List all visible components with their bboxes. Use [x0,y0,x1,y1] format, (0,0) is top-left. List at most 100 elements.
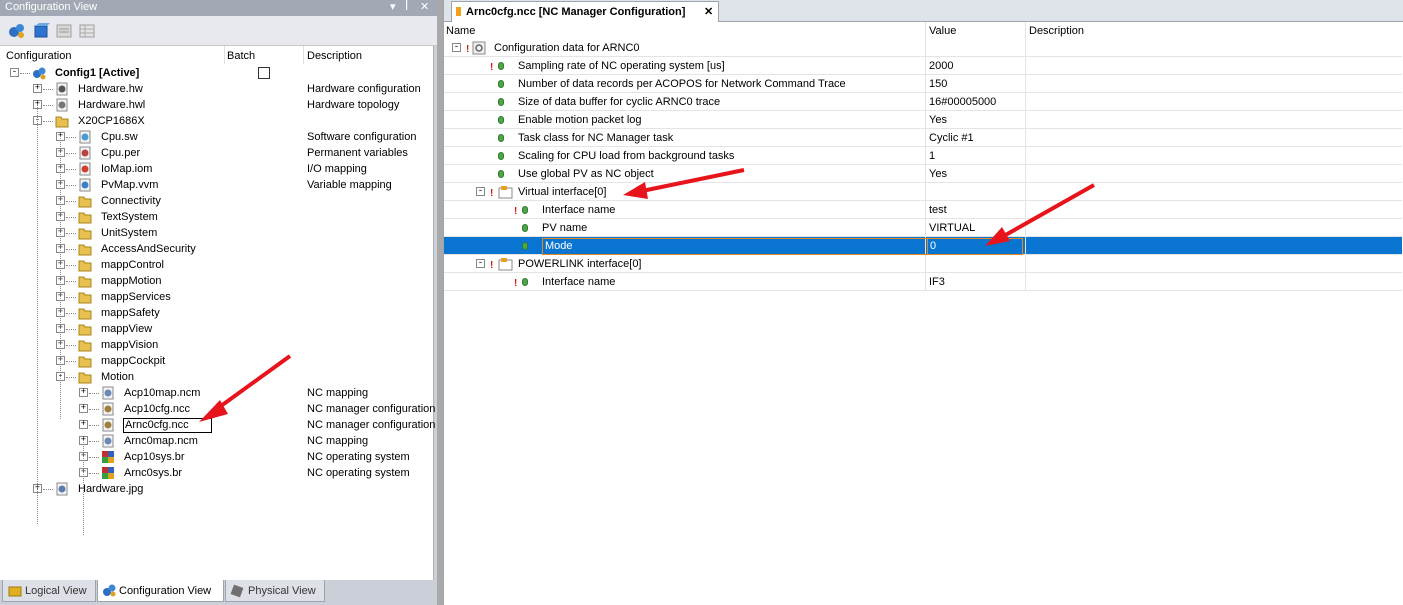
tree-item-label[interactable]: Acp10map.ncm [124,387,200,400]
document-tab[interactable]: Arnc0cfg.ncc [NC Manager Configuration] … [451,1,719,22]
grid-row[interactable]: PV name VIRTUAL [444,219,1402,237]
parameter-value[interactable]: Yes [929,114,947,127]
parameter-value[interactable]: Cyclic #1 [929,132,974,145]
collapse-icon[interactable]: - [452,43,461,52]
tree-row[interactable]: + PvMap.vvm Variable mapping [0,177,434,193]
tree-row[interactable]: + mappCockpit [0,353,434,369]
tree-item-label[interactable]: Arnc0cfg.ncc [123,418,212,433]
tree-row[interactable]: + mappSafety [0,305,434,321]
parameter-value[interactable]: test [929,204,947,217]
cube-tool-icon[interactable] [32,22,50,40]
tree-item-label[interactable]: mappControl [101,259,164,272]
pane-menu-icon[interactable]: ▾ [390,1,396,14]
tree-item-label[interactable]: Connectivity [101,195,161,208]
tree-item-label[interactable]: Arnc0sys.br [124,467,182,480]
tree-row[interactable]: + Hardware.hwl Hardware topology [0,97,434,113]
properties-tool-icon[interactable] [56,23,72,39]
tree-row[interactable]: - X20CP1686X [0,113,434,129]
grid-row[interactable]: Enable motion packet log Yes [444,111,1402,129]
expand-icon[interactable]: + [79,388,88,397]
grid-row[interactable]: Size of data buffer for cyclic ARNC0 tra… [444,93,1402,111]
collapse-icon[interactable]: - [476,187,485,196]
grid-row[interactable]: Mode 0 [444,237,1402,255]
column-header-description[interactable]: Description [307,50,362,63]
column-header-batch[interactable]: Batch [227,50,255,63]
tree-row[interactable]: + Acp10map.ncm NC mapping [0,385,434,401]
tree-row[interactable]: + Cpu.sw Software configuration [0,129,434,145]
tree-row[interactable]: + IoMap.iom I/O mapping [0,161,434,177]
tree-item-label[interactable]: Cpu.per [101,147,140,160]
tree-item-label[interactable]: Cpu.sw [101,131,138,144]
tree-item-label[interactable]: Motion [101,371,134,384]
tree-item-label[interactable]: Acp10sys.br [124,451,185,464]
column-header-configuration[interactable]: Configuration [6,50,71,63]
tree-row[interactable]: + UnitSystem [0,225,434,241]
grid-row[interactable]: Use global PV as NC object Yes [444,165,1402,183]
tree-row[interactable]: + mappControl [0,257,434,273]
tab-configuration-view[interactable]: Configuration View [97,580,224,602]
tab-physical-view[interactable]: Physical View [225,580,325,602]
tree-item-label[interactable]: mappServices [101,291,171,304]
tree-row[interactable]: + TextSystem [0,209,434,225]
grid-row[interactable]: -! POWERLINK interface[0] [444,255,1402,273]
collapse-icon[interactable]: - [10,68,19,77]
tree-row[interactable]: + Acp10cfg.ncc NC manager configuration [0,401,435,417]
grid-row[interactable]: -! Configuration data for ARNC0 [444,39,1402,57]
column-header-description[interactable]: Description [1029,25,1084,38]
pane-pin-icon[interactable]: ꟾ [405,1,408,14]
tree-row[interactable]: + Cpu.per Permanent variables [0,145,434,161]
pane-close-icon[interactable]: ✕ [420,1,429,14]
parameter-value[interactable]: 16#00005000 [929,96,996,109]
tree-item-label[interactable]: Config1 [Active] [55,67,139,80]
tree-item-label[interactable]: X20CP1686X [78,115,145,128]
tree-item-label[interactable]: Hardware.jpg [78,483,143,496]
tree-item-label[interactable]: mappView [101,323,152,336]
configuration-tool-icon[interactable] [8,22,26,40]
grid-row[interactable]: Scaling for CPU load from background tas… [444,147,1402,165]
column-header-value[interactable]: Value [929,25,956,38]
tree-item-label[interactable]: IoMap.iom [101,163,152,176]
tree-row[interactable]: - Config1 [Active] [0,65,434,81]
tree-row[interactable]: + AccessAndSecurity [0,241,434,257]
tree-item-label[interactable]: UnitSystem [101,227,157,240]
expand-icon[interactable]: + [79,404,88,413]
tree-item-label[interactable]: Hardware.hwl [78,99,145,112]
tree-row[interactable]: - Motion [0,369,434,385]
tree-row[interactable]: + mappVision [0,337,434,353]
tab-logical-view[interactable]: Logical View [2,580,96,602]
parameter-value[interactable]: 1 [929,150,935,163]
grid-row[interactable]: Number of data records per ACOPOS for Ne… [444,75,1402,93]
tree-row[interactable]: + Arnc0sys.br NC operating system [0,465,434,481]
expand-icon[interactable]: + [79,420,88,429]
tree-item-label[interactable]: mappSafety [101,307,160,320]
parameter-value[interactable]: VIRTUAL [929,222,975,235]
collapse-icon[interactable]: - [476,259,485,268]
tree-item-label[interactable]: PvMap.vvm [101,179,158,192]
tree-row[interactable]: + Arnc0cfg.ncc NC manager configuration [0,417,435,433]
grid-row[interactable]: Task class for NC Manager task Cyclic #1 [444,129,1402,147]
tree-item-label[interactable]: TextSystem [101,211,158,224]
parameter-value[interactable]: 150 [929,78,947,91]
tree-item-label[interactable]: mappCockpit [101,355,165,368]
tree-item-label[interactable]: Hardware.hw [78,83,143,96]
grid-row[interactable]: -! Virtual interface[0] [444,183,1402,201]
tree-row[interactable]: + Acp10sys.br NC operating system [0,449,434,465]
parameter-value[interactable]: 0 [927,238,1023,255]
tree-row[interactable]: + Hardware.jpg [0,481,434,497]
tree-item-label[interactable]: mappMotion [101,275,162,288]
column-header-name[interactable]: Name [446,25,475,38]
tree-row[interactable]: + Hardware.hw Hardware configuration [0,81,434,97]
tree-row[interactable]: + Connectivity [0,193,434,209]
parameter-value[interactable]: Yes [929,168,947,181]
tree-item-label[interactable]: Acp10cfg.ncc [124,403,190,416]
tree-item-label[interactable]: AccessAndSecurity [101,243,196,256]
close-tab-icon[interactable]: ✕ [704,6,713,19]
grid-row[interactable]: ! Sampling rate of NC operating system [u… [444,57,1402,75]
parameter-value[interactable]: 2000 [929,60,953,73]
tree-row[interactable]: + mappServices [0,289,434,305]
grid-row[interactable]: ! Interface name IF3 [444,273,1402,291]
parameter-value[interactable]: IF3 [929,276,945,289]
tree-item-label[interactable]: mappVision [101,339,158,352]
tree-item-label[interactable]: Arnc0map.ncm [124,435,198,448]
tree-row[interactable]: + Arnc0map.ncm NC mapping [0,433,434,449]
